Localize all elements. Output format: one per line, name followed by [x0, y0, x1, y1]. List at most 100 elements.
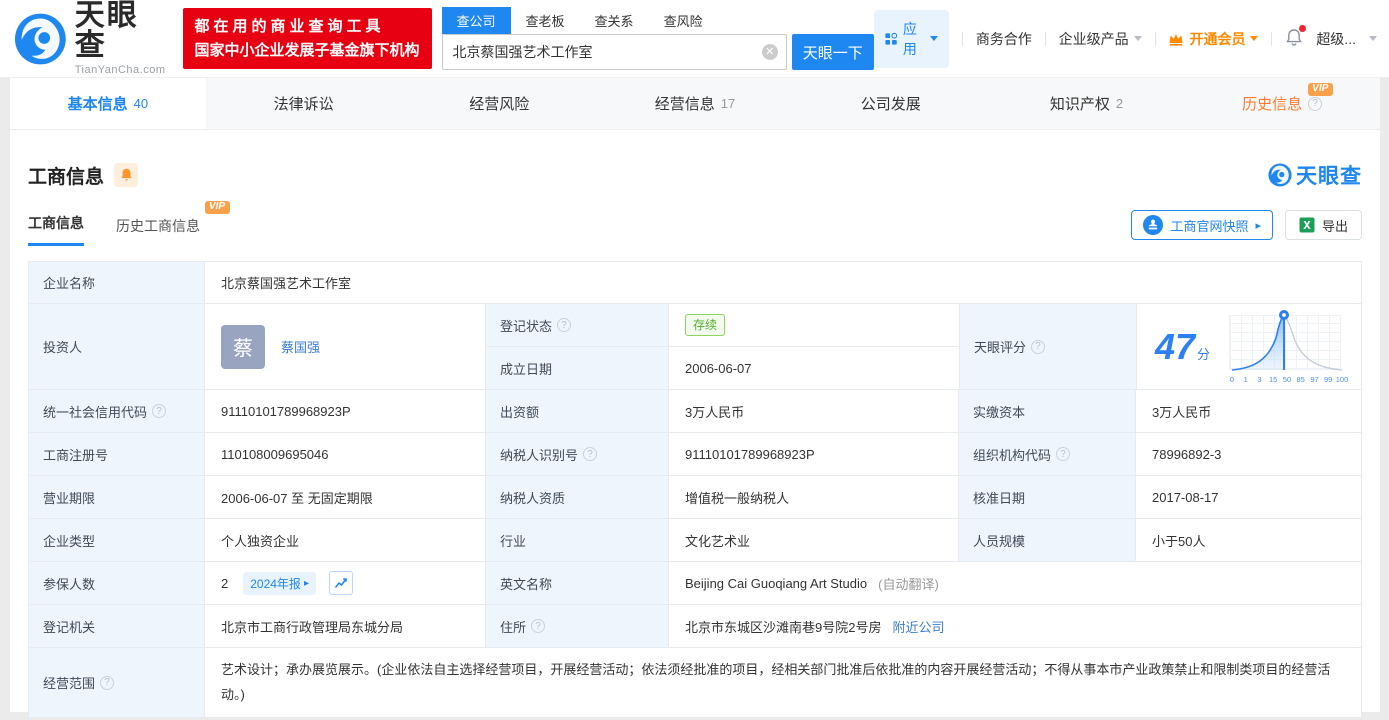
svg-text:50: 50 — [1283, 375, 1291, 384]
vip-badge: VIP — [1308, 83, 1334, 96]
search-tab-boss[interactable]: 查老板 — [511, 7, 580, 34]
nav-super-vip[interactable]: 超级... — [1316, 29, 1356, 49]
monitor-bell-button[interactable] — [114, 163, 139, 187]
subtab-business-info[interactable]: 工商信息 — [28, 213, 84, 246]
score-distribution-chart[interactable]: 0 1 3 15 50 85 97 99 100 — [1226, 307, 1348, 387]
company-name-label: 企业名称 — [29, 262, 205, 303]
logo-title: 天眼查 — [74, 0, 139, 62]
apps-menu[interactable]: 应用 — [873, 9, 949, 68]
score-cell-label: 天眼评分 ? — [960, 304, 1137, 389]
notifications-bell[interactable] — [1285, 24, 1307, 50]
cooperation-label: 商务合作 — [975, 30, 1032, 47]
help-icon[interactable]: ? — [1031, 339, 1046, 354]
reg-authority-label: 登记机关 — [29, 605, 205, 647]
subtab-history-business-info[interactable]: 历史工商信息 VIP — [116, 201, 230, 246]
reg-status-cell: 登记状态 ? — [486, 304, 669, 346]
annual-report-badge[interactable]: 2024年报 ▸ — [243, 571, 316, 595]
nav-enterprise[interactable]: 企业级产品 — [1059, 29, 1142, 49]
english-name-label: 英文名称 — [486, 562, 669, 604]
search-tab-relation[interactable]: 查关系 — [580, 7, 649, 34]
svg-text:1: 1 — [1244, 375, 1248, 384]
nearby-companies-link[interactable]: 附近公司 — [892, 617, 944, 636]
reg-number-label: 工商注册号 — [29, 433, 205, 475]
industry-value: 文化艺术业 — [669, 519, 959, 561]
label-text: 住所 — [500, 619, 527, 635]
address-text: 北京市东城区沙滩南巷9号院2号房 — [685, 619, 882, 635]
tab-count: 17 — [720, 96, 736, 111]
crown-icon — [1169, 33, 1183, 46]
svg-text:99: 99 — [1324, 375, 1332, 384]
tab-operation-risk[interactable]: 经营风险 — [401, 78, 597, 129]
score-number: 47 — [1155, 325, 1196, 367]
export-label: 导出 — [1321, 218, 1348, 234]
search-tabs: 查公司 查老板 查关系 查风险 — [441, 7, 874, 34]
tab-operation-info[interactable]: 经营信息 17 — [597, 78, 793, 129]
chevron-down-icon[interactable] — [1368, 36, 1377, 41]
table-row: 企业名称 北京蔡国强艺术工作室 — [29, 262, 1361, 304]
tianyancha-swirl-icon — [1268, 163, 1292, 187]
svg-text:100: 100 — [1336, 375, 1348, 384]
nav-cooperation[interactable]: 商务合作 — [976, 29, 1032, 49]
enterprise-label: 企业级产品 — [1058, 30, 1129, 47]
staff-size-value: 小于50人 — [1136, 519, 1361, 561]
company-name-value: 北京蔡国强艺术工作室 — [205, 262, 1361, 303]
search-input[interactable] — [441, 34, 787, 70]
export-button[interactable]: 导出 — [1284, 210, 1362, 240]
table-row: 投资人 蔡 蔡国强 登记状态 ? 存续 成立日期 2006-06-07 天眼评分… — [29, 304, 1361, 390]
official-snapshot-button[interactable]: 工商官网快照 ▸ — [1131, 210, 1273, 240]
help-icon[interactable]: ? — [1308, 96, 1323, 111]
tianyancha-logo[interactable]: 天眼查 TianYanCha.com — [14, 1, 169, 76]
help-icon[interactable]: ? — [531, 619, 546, 633]
label-text: 经营范围 — [43, 676, 96, 692]
search-module: 查公司 查老板 查关系 查风险 ✕ 天眼一下 — [441, 7, 874, 70]
tab-label: 历史信息 — [1242, 96, 1303, 113]
investor-avatar[interactable]: 蔡 — [221, 324, 265, 369]
table-row: 营业期限 2006-06-07 至 无固定期限 纳税人资质 增值税一般纳税人 核… — [29, 476, 1361, 519]
trend-chart-button[interactable] — [328, 571, 353, 595]
score-value-cell: 47 分 0 1 3 15 50 85 97 99 100 — [1137, 304, 1361, 389]
company-tab-bar: 基本信息 40 法律诉讼 经营风险 经营信息 17 公司发展 知识产权 2 历史… — [10, 78, 1380, 130]
company-type-value: 个人独资企业 — [205, 519, 486, 561]
business-term-value: 2006-06-07 至 无固定期限 — [205, 476, 486, 518]
tab-label: 经营风险 — [469, 96, 530, 113]
nav-open-vip[interactable]: 开通会员 — [1168, 29, 1259, 49]
investor-name-link[interactable]: 蔡国强 — [281, 337, 320, 356]
auto-translate-note: (自动翻译) — [878, 576, 939, 592]
taxpayer-quality-label: 纳税人资质 — [486, 476, 669, 518]
grid-icon — [885, 32, 897, 45]
tab-intellectual-property[interactable]: 知识产权 2 — [989, 78, 1185, 129]
help-icon[interactable]: ? — [557, 318, 572, 332]
paid-capital-label: 实缴资本 — [959, 390, 1136, 432]
status-date-stack: 登记状态 ? 存续 成立日期 2006-06-07 — [486, 304, 960, 389]
divider — [1044, 31, 1046, 46]
help-icon[interactable]: ? — [583, 447, 598, 461]
help-icon[interactable]: ? — [152, 404, 167, 418]
clear-icon[interactable]: ✕ — [761, 44, 778, 60]
search-tab-risk[interactable]: 查风险 — [649, 7, 718, 34]
score-unit: 分 — [1197, 346, 1211, 362]
org-code-value: 78996892-3 — [1136, 433, 1361, 475]
approval-date-label: 核准日期 — [959, 476, 1136, 518]
tab-legal-litigation[interactable]: 法律诉讼 — [206, 78, 402, 129]
business-scope-value: 艺术设计；承办展览展示。(企业依法自主选择经营项目，开展经营活动；依法须经批准的… — [205, 648, 1361, 718]
notification-dot — [1299, 24, 1307, 32]
table-row: 登记机关 北京市工商行政管理局东城分局 住所 ? 北京市东城区沙滩南巷9号院2号… — [29, 605, 1361, 648]
label-text: 统一社会信用代码 — [43, 404, 148, 420]
taxpayer-id-label: 纳税人识别号 ? — [486, 433, 669, 475]
table-row: 工商注册号 110108009695046 纳税人识别号 ? 911101017… — [29, 433, 1361, 476]
tab-history-info[interactable]: 历史信息 ? VIP — [1184, 78, 1380, 129]
bell-curve-chart: 0 1 3 15 50 85 97 99 100 — [1230, 309, 1348, 384]
english-name-text: Beijing Cai Guoqiang Art Studio — [685, 575, 868, 591]
search-button[interactable]: 天眼一下 — [791, 34, 874, 70]
address-value: 北京市东城区沙滩南巷9号院2号房 附近公司 — [669, 605, 1361, 647]
help-icon[interactable]: ? — [1056, 447, 1071, 461]
table-row: 参保人数 2 2024年报 ▸ 英文名称 Beijing Cai Guoqian… — [29, 562, 1361, 605]
establish-date-value: 2006-06-07 — [669, 347, 959, 389]
super-vip-label: 超级... — [1316, 30, 1356, 47]
search-tab-company[interactable]: 查公司 — [441, 7, 511, 34]
help-icon[interactable]: ? — [100, 675, 115, 690]
table-row: 经营范围 ? 艺术设计；承办展览展示。(企业依法自主选择经营项目，开展经营活动；… — [29, 648, 1361, 718]
tab-basic-info[interactable]: 基本信息 40 — [10, 78, 206, 129]
approval-date-value: 2017-08-17 — [1136, 476, 1361, 518]
tab-company-development[interactable]: 公司发展 — [793, 78, 989, 129]
